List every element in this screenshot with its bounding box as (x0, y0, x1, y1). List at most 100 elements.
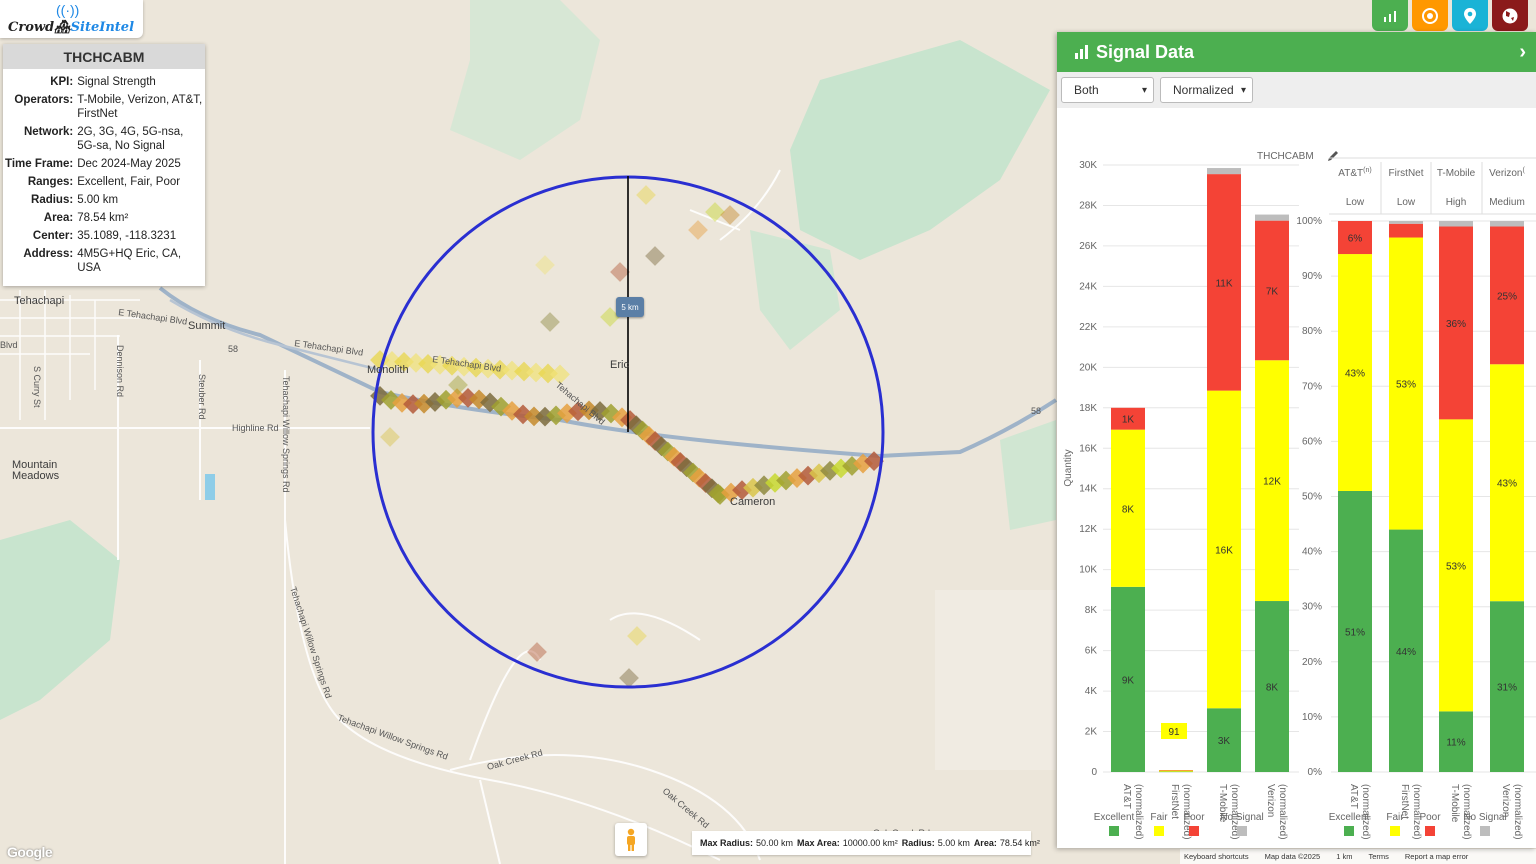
info-value: 2G, 3G, 4G, 5G-nsa, 5G-sa, No Signal (77, 126, 184, 152)
bar-segment[interactable] (1439, 221, 1473, 227)
quality-level: Medium (1489, 197, 1525, 208)
operator-header: AT&T(n) (1338, 167, 1371, 179)
road-label: Blvd (0, 340, 18, 350)
bar-label: 3K (1218, 736, 1231, 747)
x-tick-label: AT&T (1121, 784, 1132, 809)
annotation-label: 91 (1168, 727, 1180, 738)
legend-label: Excellent (1094, 812, 1135, 823)
operator-select[interactable]: Both ▾ (1061, 77, 1154, 103)
info-key: KPI: (50, 76, 74, 88)
legend-swatch (1189, 826, 1199, 836)
x-tick-label: AT&T (1348, 784, 1359, 809)
mode-select[interactable]: Normalized ▾ (1160, 77, 1253, 103)
keyboard-shortcuts-link[interactable]: Keyboard shortcuts (1184, 852, 1249, 861)
app-logo[interactable]: ((·)) Crowd🏘SiteIntel (0, 0, 143, 38)
chevron-right-icon[interactable]: › (1519, 41, 1526, 64)
info-key: Network: (23, 126, 74, 138)
bar-label: 36% (1446, 319, 1466, 330)
y-tick-label: 60% (1302, 436, 1322, 447)
chart-icon[interactable] (1372, 0, 1408, 31)
bar-label: 43% (1497, 479, 1517, 490)
y-tick-label: 0 (1091, 767, 1097, 778)
bar-segment[interactable] (1159, 770, 1193, 771)
info-value: T-Mobile, Verizon, AT&T, FirstNet (77, 94, 203, 120)
y-axis-label: Quantity (1063, 449, 1074, 486)
y-tick-label: 12K (1079, 524, 1097, 535)
bar-label: 44% (1396, 647, 1416, 658)
x-tick-label: (normalized) (1133, 784, 1144, 840)
place-label: Tehachapi (14, 295, 64, 307)
app-root: Tehachapi Summit Monolith Eric Cameron M… (0, 0, 1536, 864)
road-label: 58 (228, 344, 238, 354)
road-label: Tehachapi Willow Springs Rd (281, 376, 291, 493)
signal-data-panel: Signal Data › Both ▾ Normalized ▾ THCHCABM… (1057, 32, 1536, 848)
signal-chart: THCHCABM Quantity 0 2K 4K 6K 8K 10K 12K 14K 16K 18K… (1063, 151, 1536, 840)
info-value: Dec 2024-May 2025 (77, 158, 181, 170)
place-label: Eric (610, 359, 629, 371)
info-row: Time Frame: Dec 2024-May 2025 (3, 155, 205, 173)
operator-header: T-Mobile (1437, 168, 1476, 179)
y-tick-label: 10K (1079, 565, 1097, 576)
terms-link[interactable]: Terms (1368, 852, 1388, 861)
bar-segment[interactable] (1389, 223, 1423, 238)
bar-label: 7K (1266, 286, 1279, 297)
y-tick-label: 14K (1079, 484, 1097, 495)
x-tick-label: (normalized) (1512, 784, 1523, 840)
panel-title: Signal Data (1096, 41, 1195, 62)
map-scale[interactable]: 1 km (1336, 852, 1352, 861)
legend-label: Poor (1419, 812, 1441, 823)
google-logo[interactable]: Google (7, 844, 53, 860)
info-row: Radius: 5.00 km (3, 191, 205, 209)
scale-badge[interactable]: 5 km (616, 297, 644, 317)
bar-label: 53% (1396, 380, 1416, 391)
globe-icon[interactable] (1492, 0, 1528, 31)
y-tick-label: 50% (1302, 492, 1322, 503)
info-row: Operators: T-Mobile, Verizon, AT&T, First… (3, 91, 205, 123)
chevron-down-icon: ▾ (1240, 84, 1246, 96)
chart-title: THCHCABM (1257, 151, 1314, 162)
y-tick-label: 30K (1079, 160, 1097, 171)
legend-swatch (1109, 826, 1119, 836)
y-tick-label: 20% (1302, 657, 1322, 668)
y-tick-label: 8K (1085, 605, 1098, 616)
road-label: Highline Rd (232, 423, 279, 433)
info-value: 35.1089, -118.3231 (77, 230, 177, 242)
legend-label: Fair (1150, 812, 1168, 823)
legend-swatch (1425, 826, 1435, 836)
chevron-down-icon: ▾ (1141, 84, 1147, 96)
info-row: Ranges: Excellent, Fair, Poor (3, 173, 205, 191)
road-label: S Curry St (32, 366, 42, 408)
target-icon[interactable] (1412, 0, 1448, 31)
edit-pencil-icon[interactable] (1328, 151, 1338, 161)
operator-header: Verizon( (1489, 167, 1525, 179)
road-label: Dennison Rd (115, 345, 125, 397)
location-pin-icon[interactable] (1452, 0, 1488, 31)
y-tick-label: 4K (1085, 686, 1098, 697)
x-tick-label: FirstNet (1169, 784, 1180, 819)
y-tick-label: 40% (1302, 547, 1322, 558)
y-tick-label: 20K (1079, 362, 1097, 373)
legend-swatch (1480, 826, 1490, 836)
quality-level: Low (1346, 197, 1365, 208)
place-label: Summit (188, 320, 225, 332)
y-tick-label: 0% (1308, 767, 1323, 778)
panel-header: Signal Data › (1057, 32, 1536, 72)
bar-label: 9K (1122, 675, 1135, 686)
bar-segment[interactable] (1255, 214, 1289, 221)
report-error-link[interactable]: Report a map error (1405, 852, 1468, 861)
x-tick-label: (normalized) (1277, 784, 1288, 840)
bar-segment[interactable] (1159, 771, 1193, 773)
bar-label: 31% (1497, 683, 1517, 694)
quality-level: Low (1397, 197, 1416, 208)
bar-label: 12K (1263, 477, 1281, 488)
y-tick-label: 28K (1079, 200, 1097, 211)
info-row: Network: 2G, 3G, 4G, 5G-nsa, 5G-sa, No Si… (3, 123, 205, 155)
bar-label: 16K (1215, 545, 1233, 556)
bar-segment[interactable] (1207, 168, 1241, 175)
street-view-pegman-icon[interactable] (615, 823, 647, 856)
legend-swatch (1390, 826, 1400, 836)
bar-segment[interactable] (1389, 221, 1423, 224)
bar-segment[interactable] (1490, 221, 1524, 227)
info-value: Signal Strength (77, 76, 156, 88)
road-label: 58 (1031, 406, 1041, 416)
